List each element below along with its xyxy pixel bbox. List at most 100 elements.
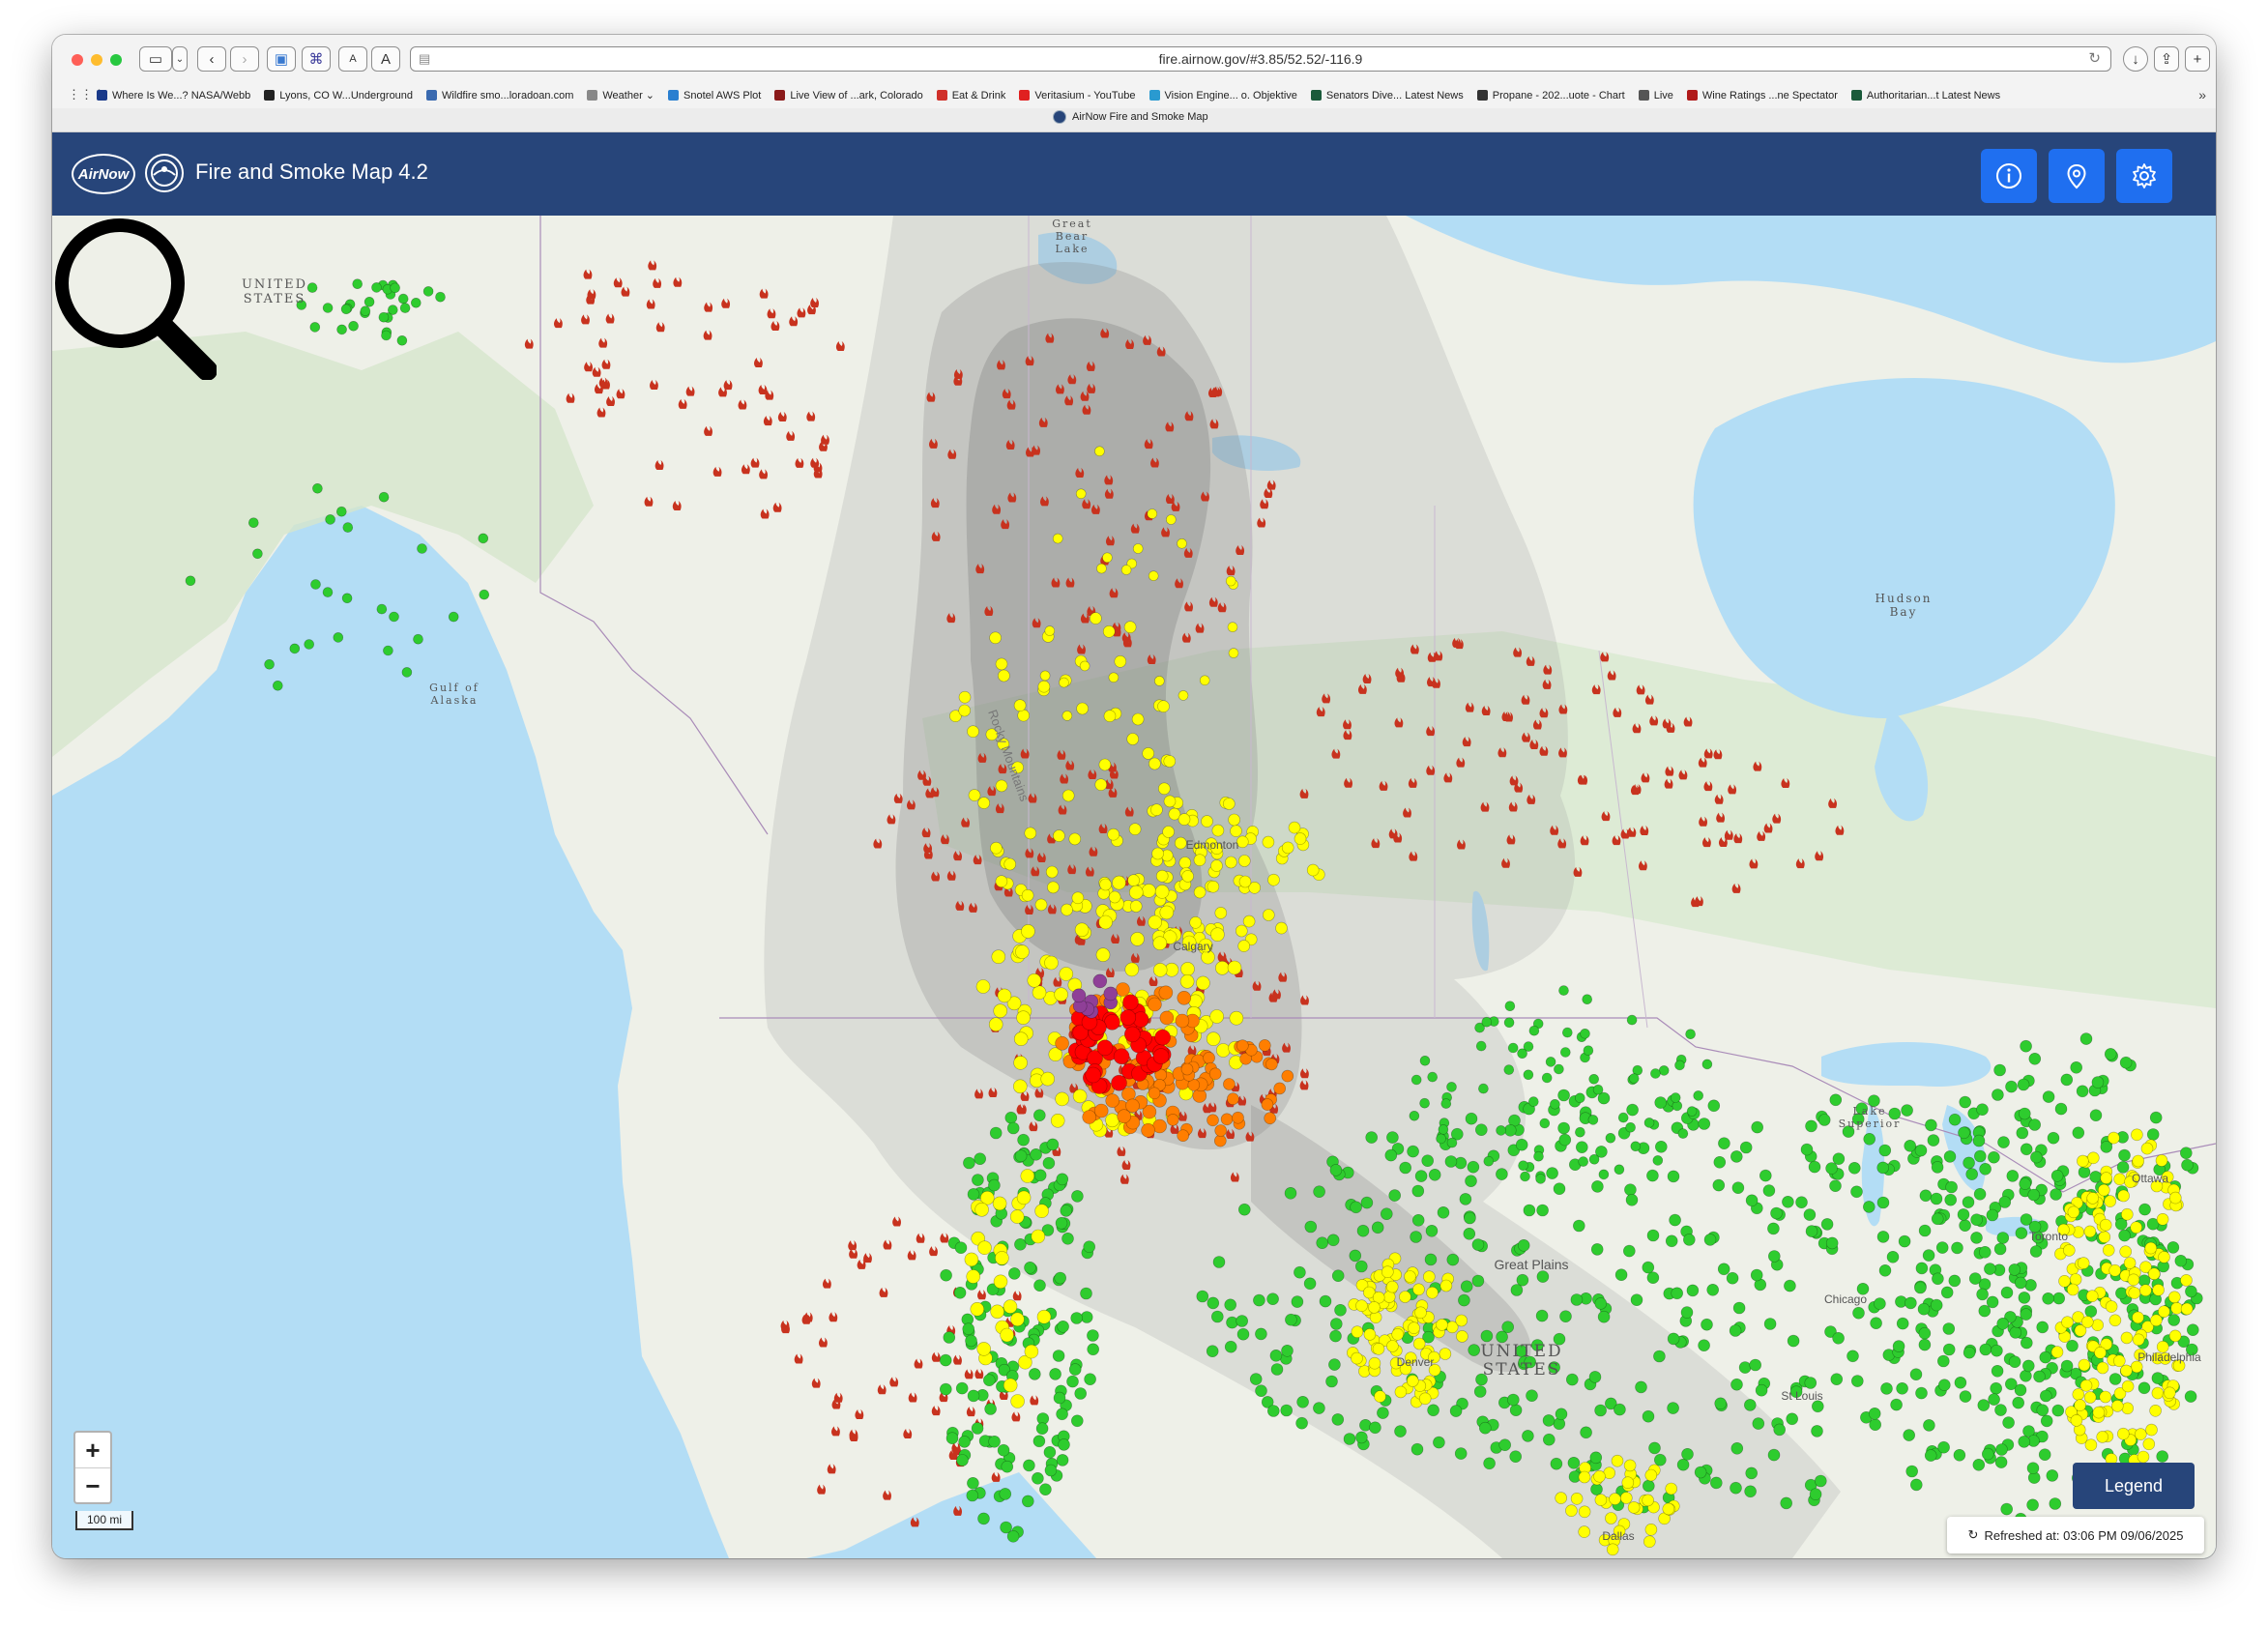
aqi-monitor-dot[interactable] [2142, 1437, 2156, 1451]
aqi-monitor-dot[interactable] [1006, 1121, 1020, 1135]
aqi-monitor-dot[interactable] [1643, 1535, 1656, 1548]
aqi-monitor-dot[interactable] [2072, 1126, 2085, 1140]
aqi-monitor-dot[interactable] [967, 1188, 980, 1201]
aqi-monitor-dot[interactable] [1557, 1121, 1570, 1135]
zoom-in-button[interactable]: + [75, 1433, 110, 1468]
aqi-monitor-dot[interactable] [1937, 1440, 1950, 1454]
aqi-monitor-dot[interactable] [1557, 1089, 1570, 1102]
aqi-monitor-dot[interactable] [1157, 700, 1170, 713]
aqi-monitor-dot[interactable] [1374, 1390, 1386, 1403]
aqi-monitor-dot[interactable] [1052, 533, 1063, 544]
aqi-monitor-dot[interactable] [1739, 1141, 1753, 1154]
aqi-monitor-dot[interactable] [1178, 690, 1189, 701]
aqi-monitor-dot[interactable] [1368, 1301, 1381, 1314]
aqi-monitor-dot[interactable] [958, 1436, 971, 1448]
aqi-monitor-dot[interactable] [1515, 1138, 1528, 1151]
aqi-monitor-dot[interactable] [401, 667, 413, 678]
aqi-monitor-dot[interactable] [1053, 1391, 1066, 1405]
aqi-monitor-dot[interactable] [1565, 1504, 1578, 1517]
aqi-monitor-dot[interactable] [2152, 1284, 2165, 1296]
aqi-monitor-dot[interactable] [1021, 924, 1035, 939]
aqi-monitor-dot[interactable] [2077, 1257, 2090, 1269]
aqi-monitor-dot[interactable] [997, 1443, 1010, 1457]
aqi-monitor-dot[interactable] [1578, 1156, 1588, 1167]
aqi-monitor-dot[interactable] [2137, 1381, 2151, 1395]
aqi-monitor-dot[interactable] [2099, 1390, 2112, 1404]
aqi-monitor-dot[interactable] [1594, 1494, 1608, 1506]
aqi-monitor-dot[interactable] [1566, 1373, 1579, 1386]
aqi-monitor-dot[interactable] [1123, 621, 1137, 634]
aqi-monitor-dot[interactable] [1049, 1368, 1061, 1380]
aqi-monitor-dot[interactable] [2098, 1231, 2111, 1243]
aqi-monitor-dot[interactable] [1080, 1287, 1092, 1300]
aqi-monitor-dot[interactable] [1588, 1371, 1602, 1383]
aqi-monitor-dot[interactable] [1045, 865, 1059, 879]
aqi-monitor-dot[interactable] [1606, 1543, 1619, 1556]
aqi-monitor-dot[interactable] [1542, 1414, 1556, 1427]
aqi-monitor-dot[interactable] [1543, 1433, 1556, 1446]
aqi-monitor-dot[interactable] [1054, 987, 1068, 1002]
aqi-monitor-dot[interactable] [1553, 1182, 1566, 1196]
aqi-monitor-dot[interactable] [2104, 1195, 2116, 1207]
settings-button[interactable] [2116, 149, 2172, 203]
map-canvas[interactable]: UNITED STATESGreat Bear LakeHudson BayGulf o… [52, 216, 2216, 1558]
aqi-monitor-dot[interactable] [1131, 712, 1145, 726]
aqi-monitor-dot[interactable] [2016, 1126, 2029, 1140]
aqi-monitor-dot[interactable] [984, 1403, 997, 1415]
aqi-monitor-dot[interactable] [1158, 782, 1171, 796]
aqi-monitor-dot[interactable] [1944, 1193, 1957, 1206]
aqi-monitor-dot[interactable] [1093, 1103, 1109, 1118]
aqi-monitor-dot[interactable] [1463, 1228, 1476, 1240]
aqi-monitor-dot[interactable] [1127, 874, 1140, 887]
aqi-monitor-dot[interactable] [1044, 1464, 1058, 1477]
aqi-monitor-dot[interactable] [1658, 1065, 1670, 1076]
aqi-monitor-dot[interactable] [1043, 1446, 1057, 1459]
aqi-monitor-dot[interactable] [1269, 1350, 1283, 1362]
aqi-monitor-dot[interactable] [1976, 1288, 1989, 1301]
aqi-monitor-dot[interactable] [1350, 1201, 1362, 1214]
aqi-monitor-dot[interactable] [1701, 1318, 1713, 1331]
aqi-monitor-dot[interactable] [2139, 1284, 2152, 1296]
aqi-monitor-dot[interactable] [376, 603, 388, 615]
aqi-monitor-dot[interactable] [1762, 1184, 1776, 1197]
aqi-monitor-dot[interactable] [2130, 1221, 2142, 1234]
aqi-monitor-dot[interactable] [389, 611, 399, 623]
aqi-monitor-dot[interactable] [1904, 1139, 1916, 1152]
close-window-button[interactable] [72, 54, 83, 66]
aqi-monitor-dot[interactable] [2018, 1436, 2030, 1448]
aqi-monitor-dot[interactable] [1351, 1325, 1364, 1338]
aqi-monitor-dot[interactable] [1533, 1150, 1544, 1162]
aqi-monitor-dot[interactable] [1507, 1393, 1520, 1407]
aqi-monitor-dot[interactable] [974, 1152, 987, 1166]
legend-button[interactable]: Legend [2073, 1463, 2195, 1509]
aqi-monitor-dot[interactable] [1044, 625, 1056, 636]
aqi-monitor-dot[interactable] [992, 1196, 1007, 1211]
aqi-monitor-dot[interactable] [1412, 1337, 1426, 1350]
aqi-monitor-dot[interactable] [1943, 1150, 1957, 1163]
text-larger-button[interactable]: A [371, 46, 400, 72]
aqi-monitor-dot[interactable] [1458, 1293, 1470, 1307]
aqi-monitor-dot[interactable] [1665, 1234, 1678, 1248]
aqi-monitor-dot[interactable] [2158, 1251, 2170, 1263]
aqi-monitor-dot[interactable] [2067, 1205, 2080, 1219]
aqi-monitor-dot[interactable] [1712, 1178, 1726, 1192]
aqi-monitor-dot[interactable] [972, 1174, 984, 1186]
bookmark-item[interactable]: Where Is We...? NASA/Webb [97, 89, 250, 102]
aqi-monitor-dot[interactable] [1948, 1113, 1962, 1126]
aqi-monitor-dot[interactable] [1693, 1090, 1703, 1101]
aqi-monitor-dot[interactable] [1931, 1161, 1944, 1174]
aqi-monitor-dot[interactable] [1935, 1241, 1949, 1254]
aqi-monitor-dot[interactable] [1266, 1292, 1279, 1305]
aqi-monitor-dot[interactable] [1523, 1069, 1534, 1081]
aqi-monitor-dot[interactable] [1977, 1399, 1991, 1411]
aqi-monitor-dot[interactable] [989, 631, 1002, 645]
aqi-monitor-dot[interactable] [966, 1269, 981, 1284]
aqi-monitor-dot[interactable] [1707, 1099, 1721, 1113]
aqi-monitor-dot[interactable] [1803, 1208, 1817, 1221]
aqi-monitor-dot[interactable] [1024, 827, 1037, 840]
aqi-monitor-dot[interactable] [1817, 1114, 1831, 1126]
aqi-monitor-dot[interactable] [1428, 1168, 1441, 1181]
aqi-monitor-dot[interactable] [1152, 936, 1168, 951]
aqi-monitor-dot[interactable] [1526, 1389, 1538, 1402]
aqi-monitor-dot[interactable] [2060, 1359, 2074, 1373]
